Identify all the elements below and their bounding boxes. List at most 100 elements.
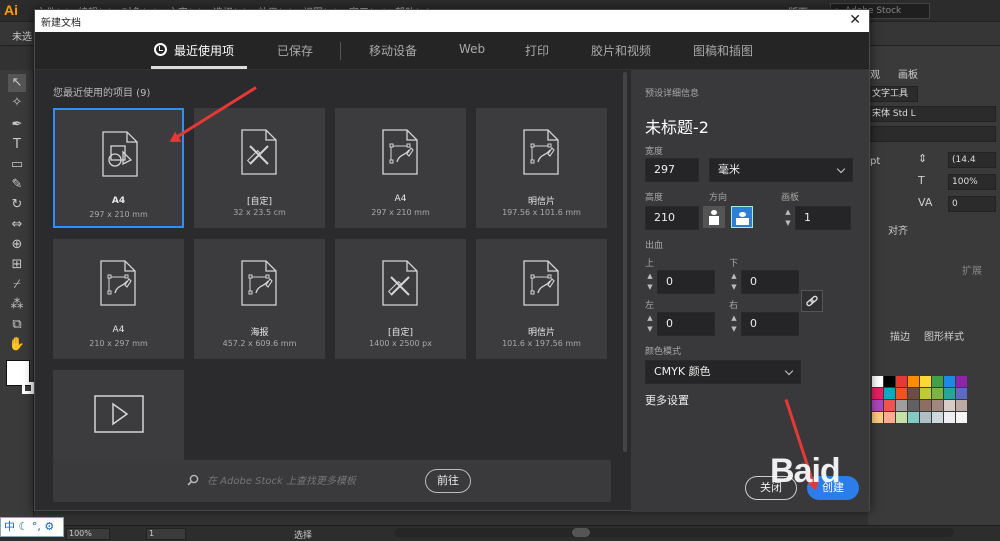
close-icon[interactable]: ✕ xyxy=(849,12,861,28)
ime-indicator[interactable]: 中 ☾ °, ⚙ xyxy=(0,517,64,537)
grid-scrollbar[interactable] xyxy=(623,72,627,452)
artboards-input[interactable]: 1 xyxy=(795,206,851,230)
color-swatch[interactable] xyxy=(896,376,907,387)
artboard-nav-field[interactable]: 1 xyxy=(146,528,186,540)
document-name-field[interactable]: 未标题-2 xyxy=(645,114,709,138)
preset-card[interactable]: 明信片 101.6 x 197.56 mm xyxy=(476,239,607,359)
color-swatch[interactable] xyxy=(956,412,967,423)
preset-card[interactable]: A4 210 x 297 mm xyxy=(53,239,184,359)
color-swatch[interactable] xyxy=(956,388,967,399)
color-swatch[interactable] xyxy=(908,412,919,423)
color-swatch[interactable] xyxy=(908,388,919,399)
color-swatch[interactable] xyxy=(932,400,943,411)
preset-card[interactable]: [自定] 32 x 23.5 cm xyxy=(194,108,325,228)
tab-art-illustration[interactable]: 图稿和插图 xyxy=(693,42,753,59)
more-presets-card[interactable] xyxy=(53,370,184,460)
scroll-thumb[interactable] xyxy=(572,528,590,537)
color-swatch[interactable] xyxy=(908,400,919,411)
bleed-top-stepper[interactable]: ▲ ▼ xyxy=(645,271,655,293)
horizontal-scrollbar[interactable] xyxy=(394,528,954,537)
tab-film-video[interactable]: 胶片和视频 xyxy=(591,42,651,59)
symbol-sprayer-tool-icon[interactable]: ⁂ xyxy=(8,296,26,314)
color-swatch[interactable] xyxy=(896,400,907,411)
color-swatch[interactable] xyxy=(884,376,895,387)
color-swatch[interactable] xyxy=(920,376,931,387)
bleed-bottom-stepper[interactable]: ▲ ▼ xyxy=(729,271,739,293)
width-tool-icon[interactable]: ⇔ xyxy=(8,216,26,234)
color-swatch[interactable] xyxy=(872,388,883,399)
color-swatch[interactable] xyxy=(884,412,895,423)
preset-card[interactable]: [自定] 1400 x 2500 px xyxy=(335,239,466,359)
color-swatch[interactable] xyxy=(944,400,955,411)
font-family-field[interactable]: 宋体 Std L xyxy=(868,106,996,122)
more-settings-button[interactable]: 更多设置 xyxy=(645,392,689,408)
tracking-field[interactable]: 0 xyxy=(948,196,996,212)
height-input[interactable]: 210 xyxy=(645,206,699,230)
color-swatch[interactable] xyxy=(932,412,943,423)
eyedropper-tool-icon[interactable]: ⌿ xyxy=(8,276,26,294)
color-mode-select[interactable]: CMYK 颜色 xyxy=(645,360,801,384)
go-button[interactable]: 前往 xyxy=(425,469,471,493)
color-swatch[interactable] xyxy=(944,388,955,399)
panel-tab-artboards[interactable]: 画板 xyxy=(898,66,918,81)
type-tool-icon[interactable]: T xyxy=(8,136,26,154)
color-swatch[interactable] xyxy=(884,400,895,411)
panel-tab-align[interactable]: 对齐 xyxy=(888,222,908,237)
preset-card[interactable]: 明信片 197.56 x 101.6 mm xyxy=(476,108,607,228)
bleed-right-input[interactable]: 0 xyxy=(741,312,799,336)
portrait-orientation-button[interactable] xyxy=(703,206,725,228)
preset-card[interactable]: A4 297 x 210 mm xyxy=(53,108,184,228)
rotate-tool-icon[interactable]: ↻ xyxy=(8,196,26,214)
panel-tab-stroke[interactable]: 描边 xyxy=(890,328,910,343)
leading-field[interactable]: (14.4 xyxy=(948,152,996,168)
hand-tool-icon[interactable]: ✋ xyxy=(8,336,26,354)
panel-tab-appearance[interactable]: 观 xyxy=(870,66,880,81)
stroke-color-box[interactable] xyxy=(22,382,34,394)
bleed-top-input[interactable]: 0 xyxy=(657,270,715,294)
tab-web[interactable]: Web xyxy=(459,42,485,56)
expand-button[interactable]: 扩展 xyxy=(962,262,982,277)
color-swatch[interactable] xyxy=(872,376,883,387)
tab-saved[interactable]: 已保存 xyxy=(277,42,313,59)
bleed-left-stepper[interactable]: ▲ ▼ xyxy=(645,313,655,335)
bleed-right-stepper[interactable]: ▲ ▼ xyxy=(729,313,739,335)
color-swatch[interactable] xyxy=(908,376,919,387)
color-swatch[interactable] xyxy=(932,376,943,387)
shape-builder-tool-icon[interactable]: ⊕ xyxy=(8,236,26,254)
color-swatch[interactable] xyxy=(896,388,907,399)
font-style-field[interactable] xyxy=(868,126,996,142)
brush-tool-icon[interactable]: ✎ xyxy=(8,176,26,194)
color-swatch[interactable] xyxy=(944,376,955,387)
color-swatch[interactable] xyxy=(932,388,943,399)
color-swatch[interactable] xyxy=(956,376,967,387)
color-swatch[interactable] xyxy=(920,400,931,411)
preset-card[interactable]: 海报 457.2 x 609.6 mm xyxy=(194,239,325,359)
color-swatch[interactable] xyxy=(872,412,883,423)
pen-tool-icon[interactable]: ✒ xyxy=(8,116,26,134)
bleed-bottom-input[interactable]: 0 xyxy=(741,270,799,294)
preset-card[interactable]: A4 297 x 210 mm xyxy=(335,108,466,228)
color-swatch[interactable] xyxy=(884,388,895,399)
tab-print[interactable]: 打印 xyxy=(525,42,549,59)
color-swatch[interactable] xyxy=(896,412,907,423)
zoom-field[interactable]: 100% xyxy=(66,528,110,540)
tab-recent[interactable]: 最近使用项 xyxy=(174,42,234,59)
magic-wand-tool-icon[interactable]: ✧ xyxy=(8,94,26,112)
link-bleed-button[interactable] xyxy=(801,290,823,312)
selection-tool-icon[interactable]: ↖ xyxy=(8,74,26,92)
horizontal-scale-field[interactable]: 100% xyxy=(948,174,996,190)
width-input[interactable]: 297 xyxy=(645,158,699,182)
artboard-tool-icon[interactable]: ⧉ xyxy=(8,316,26,334)
panel-tab-graphic-styles[interactable]: 图形样式 xyxy=(924,328,964,343)
unit-select[interactable]: 毫米 xyxy=(709,158,853,182)
bleed-left-input[interactable]: 0 xyxy=(657,312,715,336)
color-swatch[interactable] xyxy=(920,412,931,423)
stock-search-input[interactable] xyxy=(207,473,417,489)
artboards-stepper[interactable]: ▲ ▼ xyxy=(783,207,793,229)
rectangle-tool-icon[interactable]: ▭ xyxy=(8,156,26,174)
color-swatch[interactable] xyxy=(956,400,967,411)
landscape-orientation-button[interactable] xyxy=(731,206,753,228)
color-swatch[interactable] xyxy=(920,388,931,399)
color-swatch[interactable] xyxy=(944,412,955,423)
mesh-tool-icon[interactable]: ⊞ xyxy=(8,256,26,274)
